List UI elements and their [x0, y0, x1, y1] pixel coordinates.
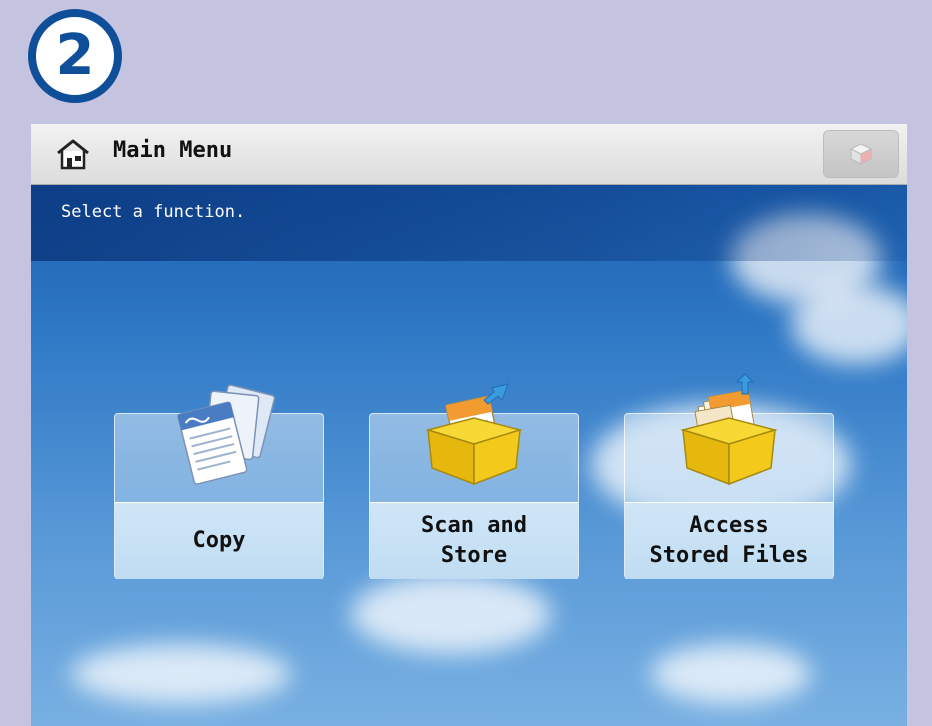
- status-button[interactable]: [823, 130, 899, 178]
- instruction-message: Select a function.: [61, 202, 246, 222]
- access-stored-files-button[interactable]: Access Stored Files: [624, 373, 834, 579]
- cloud: [651, 644, 811, 704]
- step-number-badge: 2: [28, 9, 122, 103]
- button-label-area: Access Stored Files: [625, 502, 833, 579]
- button-label-area: Scan and Store: [370, 502, 578, 579]
- access-stored-files-label: Access Stored Files: [649, 513, 809, 568]
- page-title: Main Menu: [113, 138, 233, 163]
- button-label-area: Copy: [115, 502, 323, 579]
- device-screen: Main Menu Select a function. Copy Scan a…: [31, 124, 907, 726]
- access-stored-files-icon: [680, 373, 778, 486]
- copy-label: Copy: [192, 528, 246, 553]
- cube-icon: [849, 143, 873, 165]
- step-number: 2: [55, 23, 95, 88]
- cloud: [791, 284, 907, 364]
- title-bar: Main Menu: [31, 124, 907, 185]
- scan-and-store-icon: [425, 383, 523, 486]
- scan-and-store-button[interactable]: Scan and Store: [369, 383, 579, 579]
- copy-button[interactable]: Copy: [114, 384, 324, 579]
- cloud: [71, 644, 291, 704]
- copy-icon: [177, 384, 276, 485]
- home-icon[interactable]: [55, 136, 91, 172]
- cloud: [351, 574, 551, 654]
- scan-and-store-label: Scan and Store: [421, 513, 527, 568]
- message-area: Select a function.: [31, 185, 907, 261]
